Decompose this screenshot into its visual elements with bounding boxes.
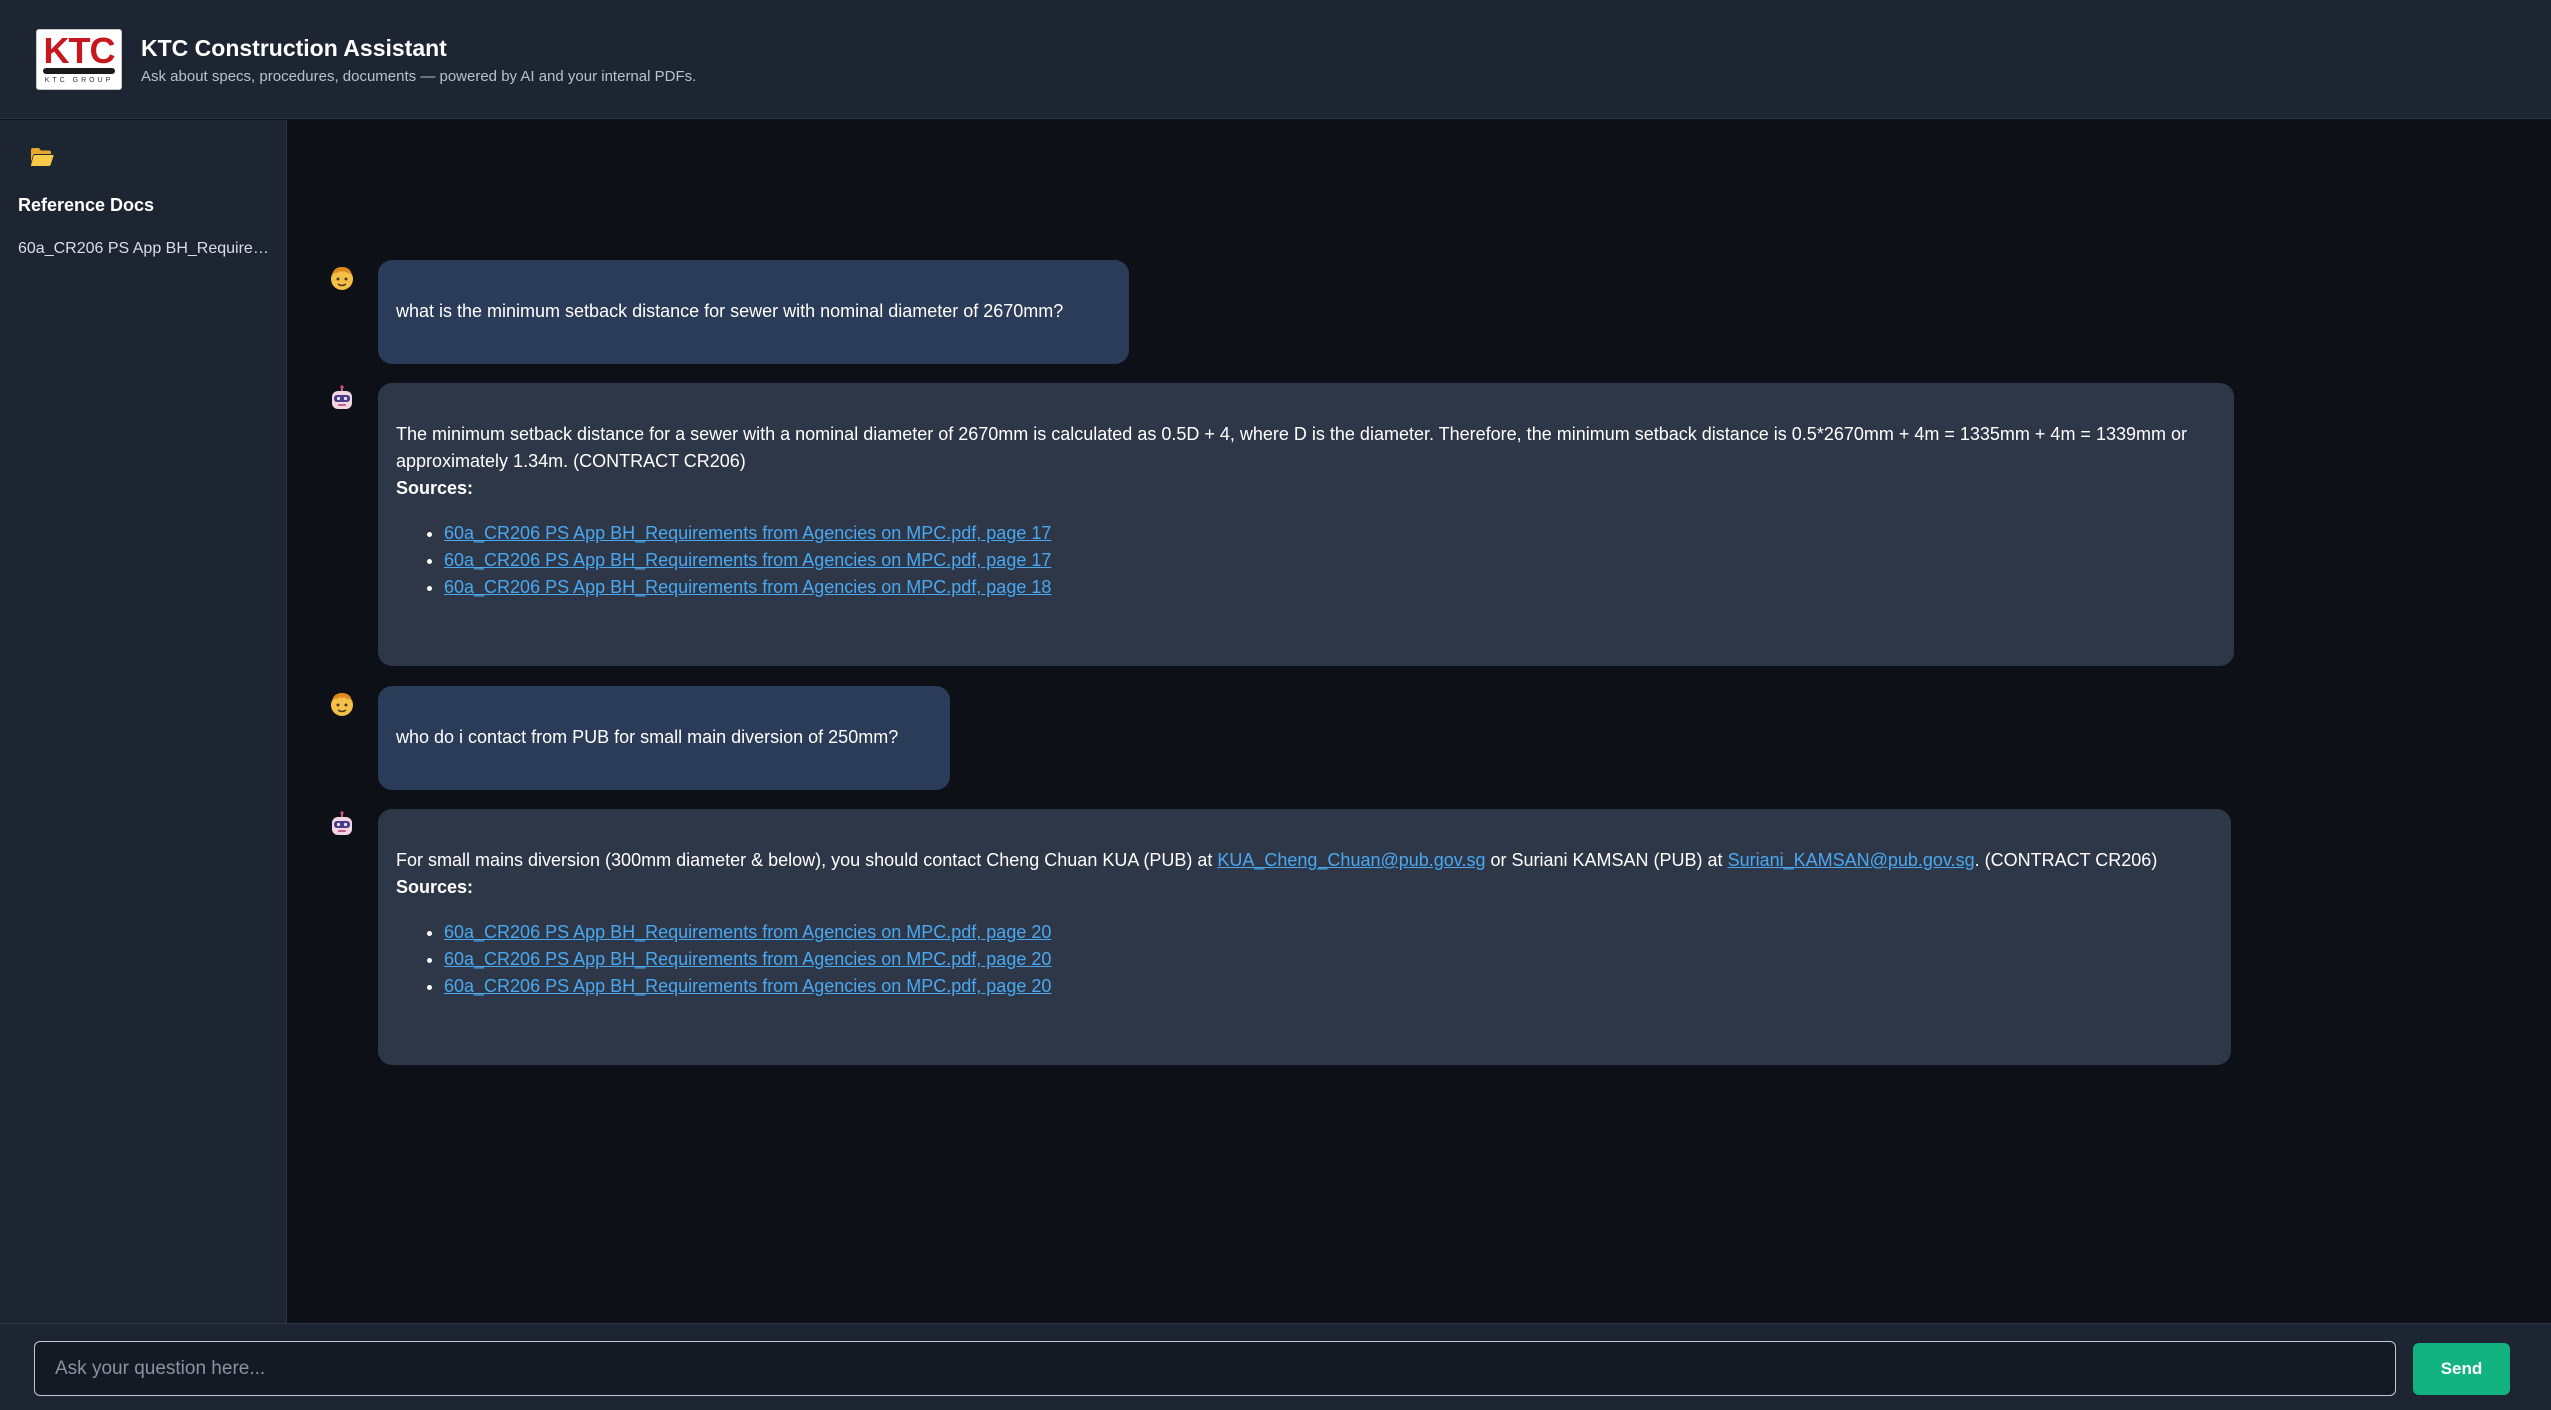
source-link[interactable]: 60a_CR206 PS App BH_Requirements from Ag… <box>444 922 1051 942</box>
logo-mark: KTC <box>43 30 116 71</box>
assistant-message-text: The minimum setback distance for a sewer… <box>396 424 2187 471</box>
source-item: 60a_CR206 PS App BH_Requirements from Ag… <box>444 973 2213 1000</box>
folder-icon <box>30 148 54 166</box>
input-bar: Send <box>0 1323 2551 1410</box>
source-item: 60a_CR206 PS App BH_Requirements from Ag… <box>444 946 2213 973</box>
source-link[interactable]: 60a_CR206 PS App BH_Requirements from Ag… <box>444 976 1051 996</box>
source-link[interactable]: 60a_CR206 PS App BH_Requirements from Ag… <box>444 550 1051 570</box>
assistant-message: For small mains diversion (300mm diamete… <box>378 809 2231 1065</box>
assistant-message-text: For small mains diversion (300mm diamete… <box>396 847 2213 874</box>
user-message: who do i contact from PUB for small main… <box>378 686 950 790</box>
logo-subtext: KTC GROUP <box>44 77 114 84</box>
app-title: KTC Construction Assistant <box>141 35 447 61</box>
source-item: 60a_CR206 PS App BH_Requirements from Ag… <box>444 547 2216 574</box>
sources-list: 60a_CR206 PS App BH_Requirements from Ag… <box>396 919 2213 1000</box>
sources-list: 60a_CR206 PS App BH_Requirements from Ag… <box>396 520 2216 601</box>
email-link[interactable]: KUA_Cheng_Chuan@pub.gov.sg <box>1217 850 1485 870</box>
source-item: 60a_CR206 PS App BH_Requirements from Ag… <box>444 520 2216 547</box>
source-link[interactable]: 60a_CR206 PS App BH_Requirements from Ag… <box>444 523 1051 543</box>
sidebar: Reference Docs 60a_CR206 PS App BH_Requi… <box>0 120 287 1323</box>
app-header: KTC KTC GROUP KTC Construction Assistant… <box>0 0 2551 119</box>
send-button[interactable]: Send <box>2413 1343 2510 1395</box>
assistant-text-part: . (CONTRACT CR206) <box>1974 850 2158 870</box>
assistant-text-part: or Suriani KAMSAN (PUB) at <box>1485 850 1728 870</box>
assistant-text-part: For small mains diversion (300mm diamete… <box>396 850 1218 870</box>
sidebar-heading: Reference Docs <box>18 195 155 215</box>
ktc-logo: KTC KTC GROUP <box>36 29 122 90</box>
user-avatar-icon <box>331 267 353 290</box>
robot-avatar-icon <box>332 811 352 835</box>
source-item: 60a_CR206 PS App BH_Requirements from Ag… <box>444 574 2216 601</box>
sources-label: Sources: <box>396 877 474 897</box>
user-avatar-icon <box>331 693 353 716</box>
question-input[interactable] <box>34 1341 2396 1396</box>
user-message-text: what is the minimum setback distance for… <box>396 301 1064 321</box>
source-item: 60a_CR206 PS App BH_Requirements from Ag… <box>444 919 2213 946</box>
robot-avatar-icon <box>332 385 352 409</box>
app-root: KTC KTC GROUP KTC Construction Assistant… <box>0 0 2551 1410</box>
sidebar-doc-item[interactable]: 60a_CR206 PS App BH_Requirements from Ag… <box>18 240 273 258</box>
app-subtitle: Ask about specs, procedures, documents —… <box>141 68 697 85</box>
user-message: what is the minimum setback distance for… <box>378 260 1129 364</box>
email-link[interactable]: Suriani_KAMSAN@pub.gov.sg <box>1728 850 1975 870</box>
source-link[interactable]: 60a_CR206 PS App BH_Requirements from Ag… <box>444 577 1051 597</box>
sources-label: Sources: <box>396 478 474 498</box>
chat-area[interactable]: what is the minimum setback distance for… <box>288 120 2551 1323</box>
source-link[interactable]: 60a_CR206 PS App BH_Requirements from Ag… <box>444 949 1051 969</box>
assistant-message: The minimum setback distance for a sewer… <box>378 383 2234 666</box>
user-message-text: who do i contact from PUB for small main… <box>396 727 899 747</box>
